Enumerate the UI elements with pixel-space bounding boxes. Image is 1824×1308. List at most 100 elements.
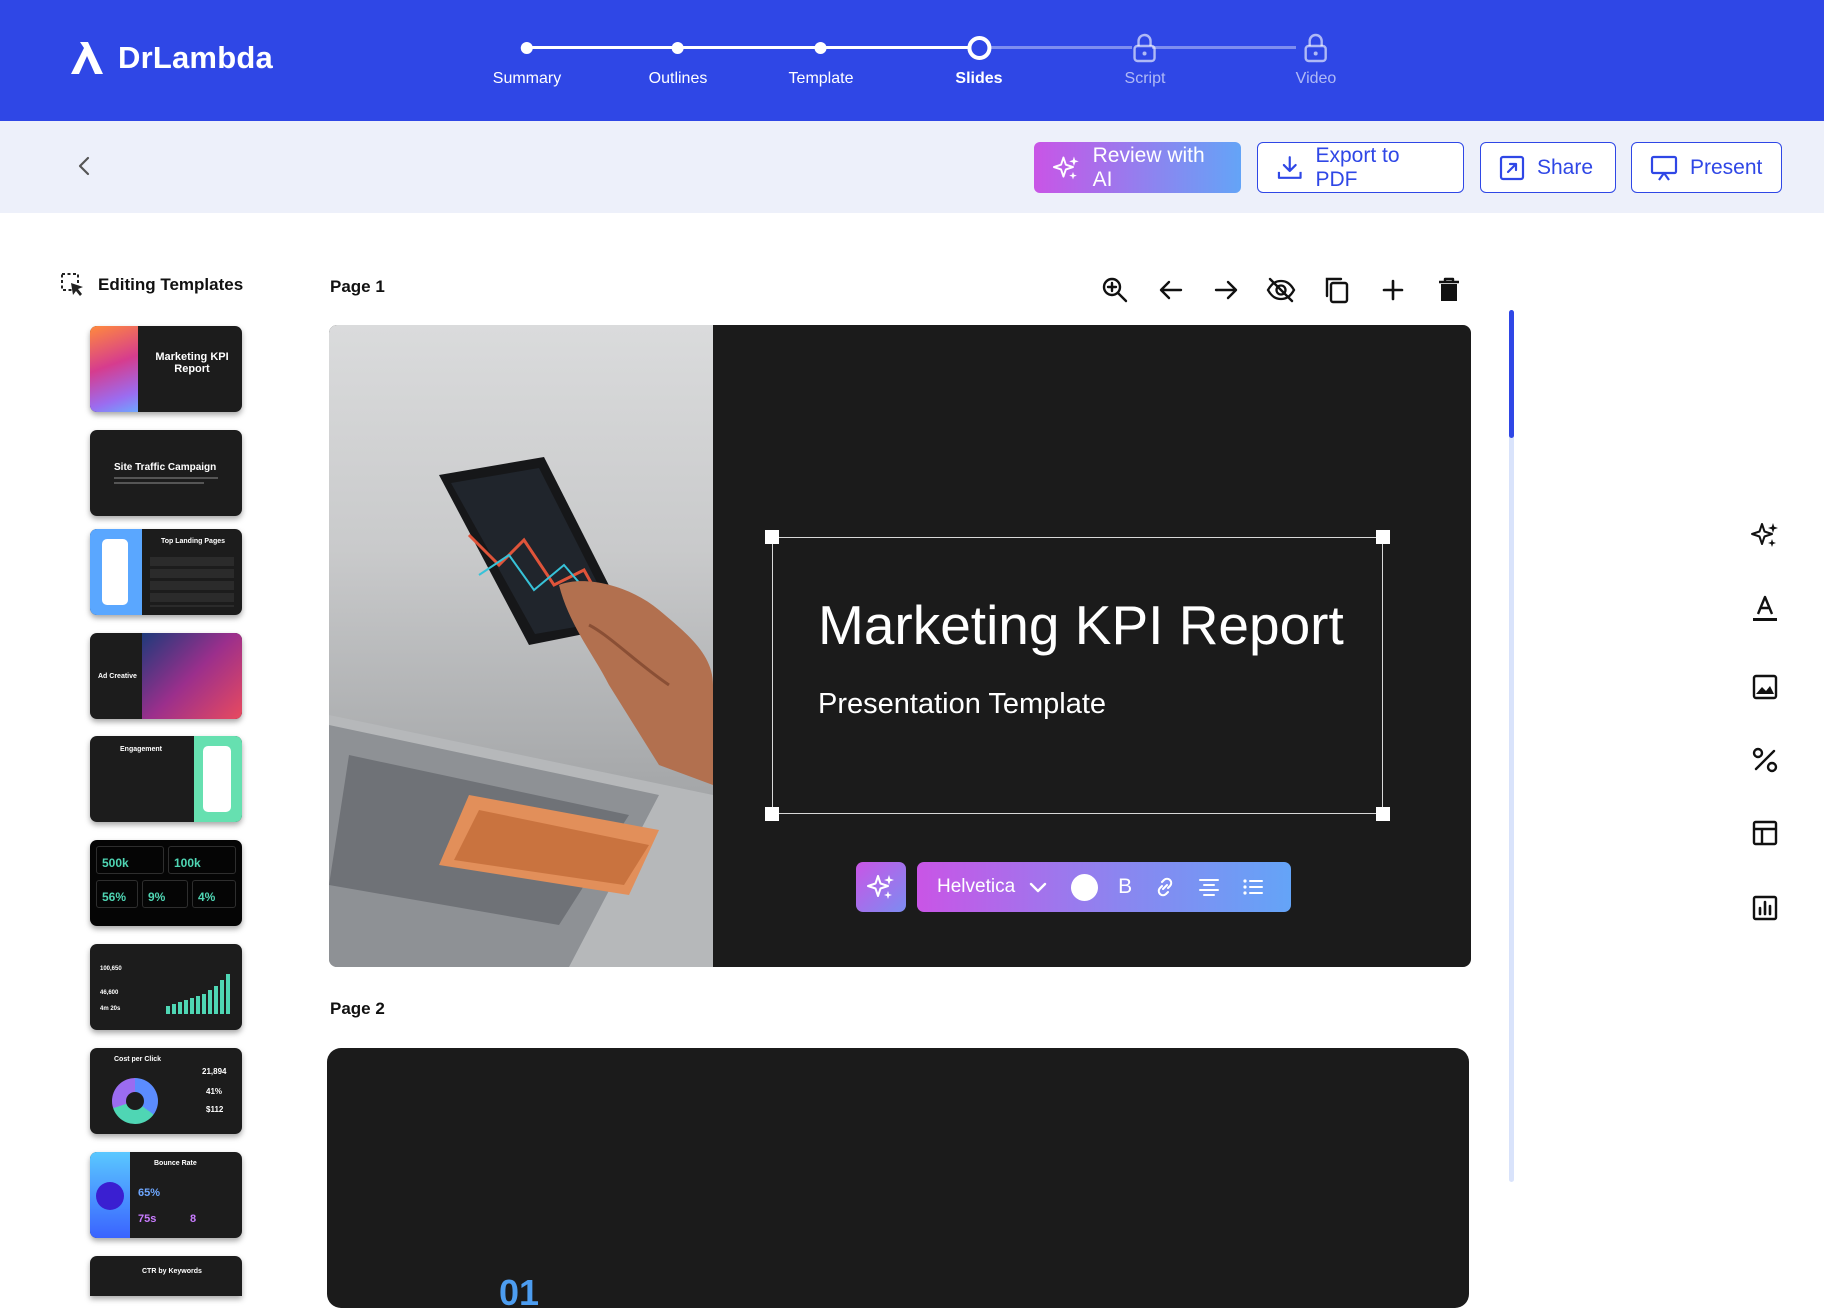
thumb-caption: Cost per Click [114, 1056, 162, 1063]
step-current-ring [966, 36, 991, 60]
ai-rewrite-button[interactable] [856, 862, 906, 912]
text-selection-box[interactable] [772, 537, 1383, 814]
template-thumbnail[interactable]: Top Landing Pages [90, 529, 242, 615]
step-outlines[interactable]: Outlines [648, 30, 708, 88]
step-label: Summary [492, 70, 562, 87]
resize-handle[interactable] [1376, 807, 1390, 821]
image-icon[interactable] [1750, 672, 1780, 702]
slide-subtitle[interactable]: Presentation Template [818, 688, 1106, 721]
kpi-value: 100k [174, 856, 201, 870]
present-button[interactable]: Present [1631, 142, 1782, 193]
chart-icon[interactable] [1750, 893, 1780, 923]
thumb-caption: Marketing KPI Report [155, 351, 229, 375]
lock-icon [1304, 33, 1328, 63]
chevron-left-icon[interactable] [72, 153, 98, 179]
thumb-donut-hole [126, 1092, 144, 1110]
percent-icon[interactable] [1750, 745, 1780, 775]
sparkles-icon[interactable] [1750, 520, 1780, 550]
sparkles-icon [1052, 156, 1079, 179]
step-video: Video [1296, 30, 1336, 88]
scrollbar-thumb[interactable] [1509, 310, 1514, 438]
template-thumbnail[interactable]: Bounce Rate 65% 75s 8 [90, 1152, 242, 1238]
zoom-in-icon[interactable] [1100, 275, 1130, 305]
template-thumbnail[interactable]: Engagement [90, 736, 242, 822]
slide-photo [329, 325, 713, 967]
download-icon [1277, 155, 1302, 179]
plus-icon[interactable] [1378, 275, 1408, 305]
resize-handle[interactable] [765, 530, 779, 544]
resize-handle[interactable] [765, 807, 779, 821]
thumb-caption: CTR by Keywords [142, 1268, 202, 1275]
kpi-value: 4m 20s [100, 1006, 121, 1012]
share-label: Share [1537, 155, 1594, 179]
slide-1[interactable]: Marketing KPI Report Presentation Templa… [329, 325, 1471, 967]
thumb-caption: Site Traffic Campaign [114, 462, 217, 473]
font-select[interactable]: Helvetica [937, 876, 1015, 898]
present-label: Present [1690, 155, 1763, 179]
scrollbar-track[interactable] [1509, 310, 1514, 1182]
top-bar: DrLambda Summary Outlines Template Slide… [0, 0, 1824, 121]
review-with-ai-button[interactable]: Review with AI [1034, 142, 1241, 193]
select-template-icon [61, 273, 83, 296]
text-color-swatch[interactable] [1071, 873, 1099, 901]
kpi-value: 9% [148, 890, 166, 904]
template-thumbnail[interactable]: Marketing KPI Report [90, 326, 242, 412]
template-thumbnail[interactable]: Ad Creative [90, 633, 242, 719]
step-connector [990, 46, 1132, 49]
step-summary[interactable]: Summary [493, 30, 561, 88]
kpi-value: 41% [206, 1087, 223, 1096]
sparkles-icon [867, 875, 894, 899]
slide-2[interactable]: 01 [327, 1048, 1469, 1308]
kpi-tile: 4% [192, 880, 236, 908]
eye-off-icon[interactable] [1266, 275, 1296, 305]
text-color-icon[interactable] [1750, 594, 1780, 624]
page-2-label: Page 2 [330, 999, 385, 1018]
kpi-value: 21,894 [202, 1067, 227, 1076]
thumb-caption: Top Landing Pages [160, 538, 226, 545]
editing-templates-heading: Editing Templates [60, 272, 243, 298]
step-script: Script [1125, 30, 1165, 88]
kpi-value: 75s [138, 1213, 157, 1225]
export-pdf-button[interactable]: Export to PDF [1257, 142, 1464, 193]
presentation-icon [1650, 155, 1678, 181]
kpi-value: 500k [102, 856, 129, 870]
arrow-right-icon[interactable] [1211, 275, 1241, 305]
align-center-icon[interactable] [1197, 875, 1221, 899]
link-icon[interactable] [1153, 875, 1177, 899]
kpi-tile: 500k [96, 846, 164, 874]
step-template[interactable]: Template [789, 30, 853, 88]
share-button[interactable]: Share [1480, 142, 1616, 193]
kpi-tile: 100k [168, 846, 236, 874]
lock-icon [1133, 33, 1157, 63]
bullet-list-icon[interactable] [1241, 875, 1265, 899]
copy-icon[interactable] [1322, 275, 1352, 305]
export-label: Export to PDF [1315, 143, 1400, 191]
table-icon[interactable] [1750, 818, 1780, 848]
kpi-value: 46,600 [100, 990, 119, 996]
template-thumbnail[interactable]: CTR by Keywords [90, 1256, 242, 1296]
arrow-left-icon[interactable] [1156, 275, 1186, 305]
slide-title[interactable]: Marketing KPI Report [818, 593, 1344, 657]
kpi-tile: 9% [142, 880, 188, 908]
trash-icon[interactable] [1434, 275, 1464, 305]
thumb-caption: Ad Creative [98, 673, 137, 680]
template-thumbnail[interactable]: Cost per Click 21,894 41% $112 [90, 1048, 242, 1134]
kpi-value: 65% [138, 1187, 161, 1199]
bold-button[interactable]: B [1118, 875, 1132, 899]
thumb-image [142, 633, 242, 719]
thumb-phone [203, 746, 231, 812]
resize-handle[interactable] [1376, 530, 1390, 544]
review-label: Review with AI [1092, 143, 1205, 191]
step-slides[interactable]: Slides [955, 30, 1003, 88]
step-done-dot [520, 42, 533, 54]
template-thumbnail[interactable]: 500k 100k 56% 9% 4% [90, 840, 242, 926]
thumb-phone [102, 539, 128, 605]
page-1-label: Page 1 [330, 277, 385, 296]
kpi-tile: 56% [96, 880, 138, 908]
template-thumbnail[interactable]: Site Traffic Campaign [90, 430, 242, 516]
kpi-value: 56% [102, 890, 127, 904]
template-thumbnail[interactable]: 100,650 46,600 4m 20s [90, 944, 242, 1030]
step-label: Outlines [648, 70, 708, 87]
chevron-down-icon[interactable] [1027, 876, 1049, 898]
step-done-dot [814, 42, 827, 54]
